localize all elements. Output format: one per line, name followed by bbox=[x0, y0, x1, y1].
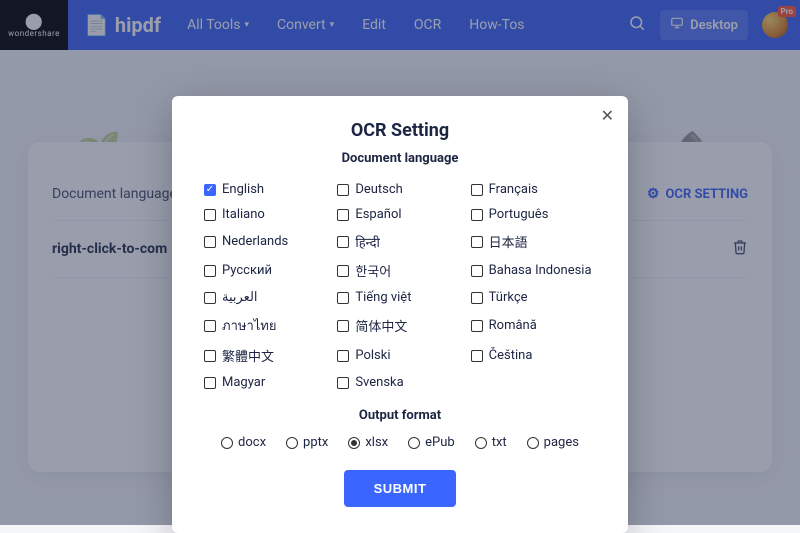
checkbox-icon bbox=[471, 265, 483, 277]
submit-button[interactable]: SUBMIT bbox=[344, 470, 457, 507]
language-option[interactable]: 한국어 bbox=[337, 261, 462, 280]
format-label: ePub bbox=[425, 435, 455, 450]
checkbox-icon bbox=[337, 377, 349, 389]
language-label: Română bbox=[489, 318, 537, 333]
format-label: xlsx bbox=[365, 435, 388, 450]
checkbox-icon bbox=[337, 320, 349, 332]
language-option[interactable]: Italiano bbox=[204, 207, 329, 222]
checkbox-icon bbox=[204, 236, 216, 248]
language-option[interactable]: 繁體中文 bbox=[204, 346, 329, 365]
language-option[interactable]: Nederlands bbox=[204, 232, 329, 251]
language-label: Italiano bbox=[222, 207, 265, 222]
checkbox-icon bbox=[471, 320, 483, 332]
close-icon[interactable]: ✕ bbox=[601, 106, 614, 125]
format-option[interactable]: txt bbox=[475, 435, 507, 450]
language-label: Русский bbox=[222, 263, 272, 278]
language-option[interactable]: Deutsch bbox=[337, 182, 462, 197]
language-option[interactable]: Français bbox=[471, 182, 596, 197]
language-option[interactable]: English bbox=[204, 182, 329, 197]
language-label: Deutsch bbox=[355, 182, 403, 197]
format-option[interactable]: xlsx bbox=[348, 435, 388, 450]
checkbox-icon bbox=[337, 265, 349, 277]
language-option[interactable]: Español bbox=[337, 207, 462, 222]
language-label: Español bbox=[355, 207, 401, 222]
language-label: हिन्दी bbox=[355, 233, 380, 251]
output-format-heading: Output format bbox=[204, 408, 596, 423]
checkbox-icon bbox=[337, 236, 349, 248]
checkbox-icon bbox=[204, 265, 216, 277]
checkbox-icon bbox=[337, 350, 349, 362]
radio-icon bbox=[527, 437, 539, 449]
checkbox-icon bbox=[337, 184, 349, 196]
language-label: Čeština bbox=[489, 348, 533, 363]
language-option[interactable]: Bahasa Indonesia bbox=[471, 261, 596, 280]
format-option[interactable]: pages bbox=[527, 435, 579, 450]
language-label: 简体中文 bbox=[355, 316, 407, 335]
checkbox-icon bbox=[471, 184, 483, 196]
language-option[interactable]: Русский bbox=[204, 261, 329, 280]
language-label: Svenska bbox=[355, 375, 403, 390]
checkbox-icon bbox=[337, 292, 349, 304]
radio-icon bbox=[221, 437, 233, 449]
language-label: Bahasa Indonesia bbox=[489, 263, 592, 278]
format-label: pages bbox=[544, 435, 579, 450]
format-option[interactable]: docx bbox=[221, 435, 266, 450]
language-option[interactable]: ภาษาไทย bbox=[204, 315, 329, 336]
language-option[interactable]: Türkçe bbox=[471, 290, 596, 305]
radio-icon bbox=[475, 437, 487, 449]
checkbox-icon bbox=[204, 377, 216, 389]
checkbox-icon bbox=[471, 236, 483, 248]
language-option[interactable]: Polski bbox=[337, 346, 462, 365]
checkbox-icon bbox=[337, 209, 349, 221]
format-option[interactable]: ePub bbox=[408, 435, 455, 450]
language-option[interactable]: Tiếng việt bbox=[337, 290, 462, 305]
language-option[interactable]: Čeština bbox=[471, 346, 596, 365]
language-option[interactable]: العربية bbox=[204, 290, 329, 305]
language-label: Magyar bbox=[222, 375, 265, 390]
radio-icon bbox=[286, 437, 298, 449]
format-options: docx pptx xlsx ePub txt pages bbox=[204, 435, 596, 450]
checkbox-icon bbox=[471, 350, 483, 362]
language-label: Français bbox=[489, 182, 538, 197]
language-label: Nederlands bbox=[222, 234, 288, 249]
format-label: pptx bbox=[303, 435, 328, 450]
language-label: English bbox=[222, 182, 264, 197]
language-option[interactable]: 简体中文 bbox=[337, 315, 462, 336]
language-label: Türkçe bbox=[489, 290, 528, 305]
format-label: docx bbox=[238, 435, 266, 450]
language-option[interactable]: हिन्दी bbox=[337, 232, 462, 251]
checkbox-icon bbox=[204, 350, 216, 362]
language-label: العربية bbox=[222, 290, 258, 305]
checkbox-icon bbox=[204, 184, 216, 196]
language-label: Português bbox=[489, 207, 549, 222]
language-label: 한국어 bbox=[355, 261, 391, 280]
radio-icon bbox=[408, 437, 420, 449]
format-label: txt bbox=[492, 435, 507, 450]
ocr-setting-modal: ✕ OCR Setting Document language English D… bbox=[172, 96, 628, 533]
format-option[interactable]: pptx bbox=[286, 435, 328, 450]
doc-language-heading: Document language bbox=[204, 151, 596, 166]
checkbox-icon bbox=[471, 209, 483, 221]
language-grid: English Deutsch Français Italiano Español Por… bbox=[204, 182, 596, 390]
checkbox-icon bbox=[204, 320, 216, 332]
language-option[interactable]: Svenska bbox=[337, 375, 462, 390]
checkbox-icon bbox=[471, 292, 483, 304]
language-label: Tiếng việt bbox=[355, 290, 411, 305]
radio-icon bbox=[348, 437, 360, 449]
modal-title: OCR Setting bbox=[204, 120, 596, 141]
checkbox-icon bbox=[204, 209, 216, 221]
language-option[interactable]: Română bbox=[471, 315, 596, 336]
language-label: Polski bbox=[355, 348, 390, 363]
language-label: 繁體中文 bbox=[222, 346, 274, 365]
language-label: ภาษาไทย bbox=[222, 315, 276, 336]
language-option[interactable]: Português bbox=[471, 207, 596, 222]
checkbox-icon bbox=[204, 292, 216, 304]
language-label: 日本語 bbox=[489, 232, 528, 251]
language-option[interactable]: 日本語 bbox=[471, 232, 596, 251]
language-option[interactable]: Magyar bbox=[204, 375, 329, 390]
